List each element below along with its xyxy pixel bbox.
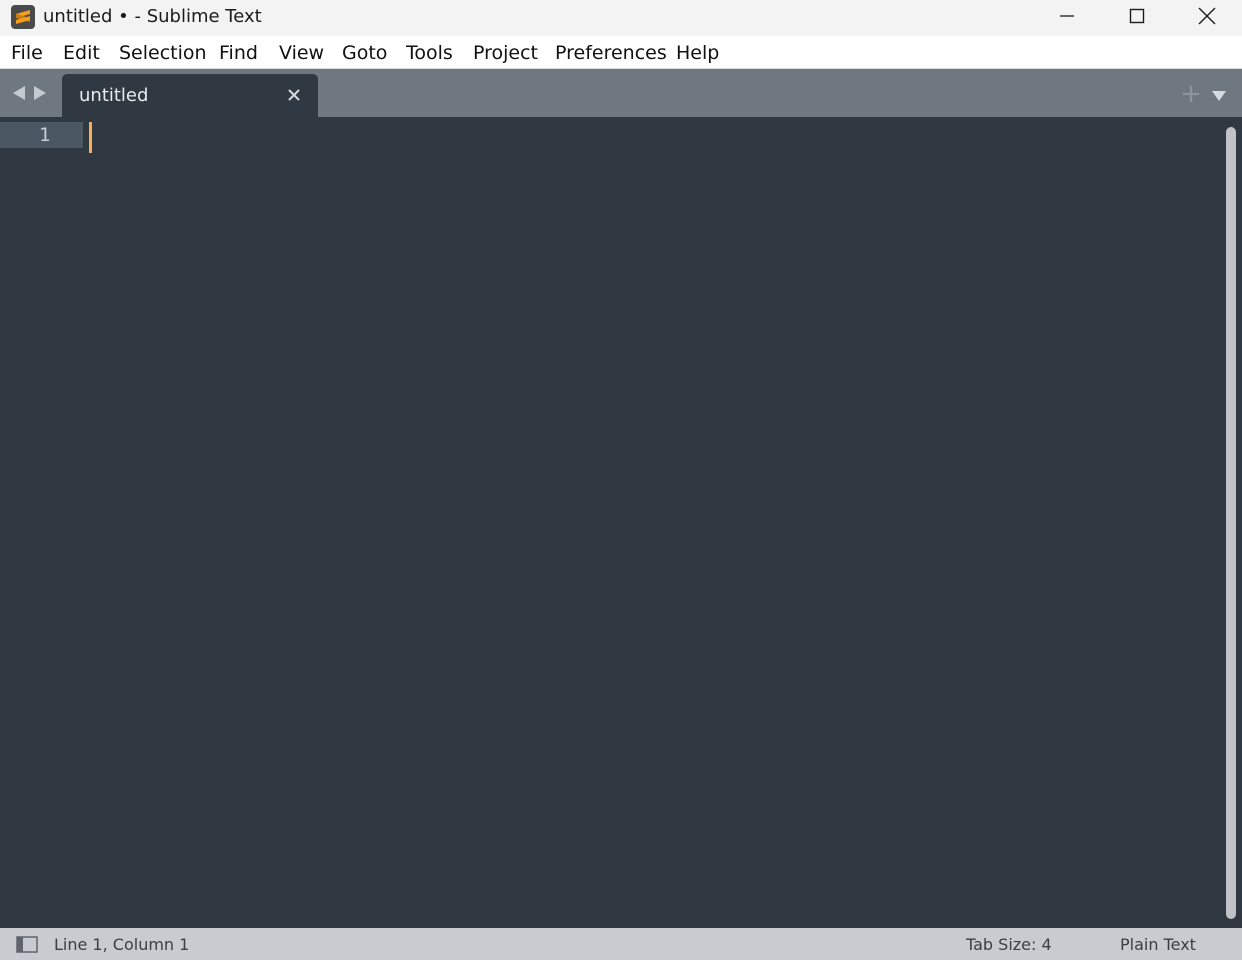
menu-help[interactable]: Help	[676, 41, 719, 65]
maximize-button[interactable]	[1102, 0, 1172, 36]
menu-edit[interactable]: Edit	[63, 41, 100, 65]
tab-navigation	[12, 85, 47, 105]
sublime-text-logo-icon	[11, 5, 35, 29]
status-bar: Line 1, Column 1 Tab Size: 4 Plain Text	[0, 928, 1242, 960]
close-icon	[1198, 7, 1216, 29]
menu-goto[interactable]: Goto	[342, 41, 387, 65]
text-caret	[89, 122, 92, 153]
chevron-down-icon[interactable]	[1211, 87, 1227, 101]
tab-bar: untitled	[0, 69, 1242, 117]
vertical-scrollbar[interactable]	[1226, 127, 1236, 919]
arrow-right-icon[interactable]	[33, 85, 47, 105]
tab-size-indicator[interactable]: Tab Size: 4	[966, 935, 1052, 955]
minimize-icon	[1059, 8, 1075, 28]
tab-untitled[interactable]: untitled	[62, 74, 318, 117]
minimize-button[interactable]	[1032, 0, 1102, 36]
panel-toggle-icon[interactable]	[16, 936, 38, 953]
syntax-indicator[interactable]: Plain Text	[1120, 935, 1196, 955]
menu-preferences[interactable]: Preferences	[555, 41, 667, 65]
menu-bar: File Edit Selection Find View Goto Tools…	[0, 36, 1242, 69]
menu-selection[interactable]: Selection	[119, 41, 207, 65]
title-bar: untitled • - Sublime Text	[0, 0, 1242, 36]
menu-find[interactable]: Find	[219, 41, 258, 65]
menu-project[interactable]: Project	[473, 41, 538, 65]
line-number: 1	[39, 124, 51, 146]
close-window-button[interactable]	[1172, 0, 1242, 36]
menu-file[interactable]: File	[11, 41, 43, 65]
maximize-icon	[1129, 8, 1145, 28]
editor-area[interactable]: 1	[0, 117, 1242, 928]
window-title: untitled • - Sublime Text	[43, 6, 262, 27]
arrow-left-icon[interactable]	[12, 85, 26, 105]
plus-icon[interactable]	[1182, 85, 1200, 103]
tab-label: untitled	[79, 85, 149, 106]
close-icon[interactable]	[286, 87, 302, 103]
cursor-position: Line 1, Column 1	[54, 935, 190, 954]
menu-tools[interactable]: Tools	[406, 41, 453, 65]
menu-view[interactable]: View	[279, 41, 324, 65]
